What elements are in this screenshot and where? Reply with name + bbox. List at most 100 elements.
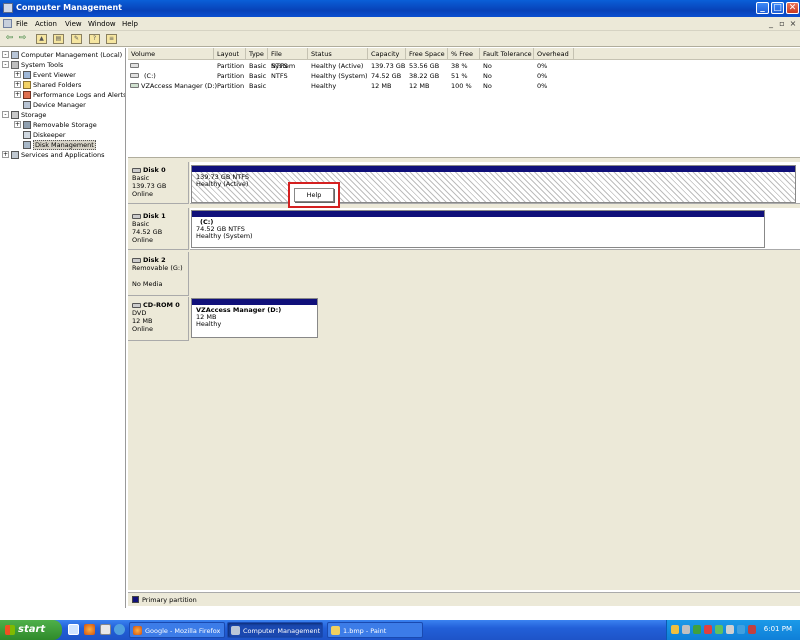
cell-type: Basic (249, 72, 267, 80)
start-button[interactable]: start (0, 620, 62, 640)
help-icon[interactable]: ? (89, 34, 100, 44)
mdi-minimize-button[interactable]: _ (766, 19, 776, 29)
menu-action[interactable]: Action (35, 20, 57, 28)
event-viewer-icon (23, 70, 31, 79)
expand-icon[interactable]: + (2, 151, 9, 158)
menu-window[interactable]: Window (88, 20, 116, 28)
cell-layout: Partition (217, 82, 245, 90)
tree-item-computer-management[interactable]: - Computer Management (Local) (2, 50, 122, 59)
expand-icon[interactable]: + (14, 91, 21, 98)
firefox-icon[interactable] (84, 624, 95, 635)
tree-item-storage[interactable]: - Storage (2, 110, 46, 119)
column-header-free-space[interactable]: Free Space (406, 48, 448, 60)
tree-item-label: Storage (21, 110, 47, 119)
column-header-volume[interactable]: Volume (128, 48, 214, 60)
mdi-restore-button[interactable]: ▫ (777, 19, 787, 29)
disk-icon (132, 213, 141, 219)
task-computer-management[interactable]: Computer Management (227, 622, 323, 638)
collapse-icon[interactable]: - (2, 61, 9, 68)
disk-type: Removable (G:) (132, 264, 183, 272)
tree-item-system-tools[interactable]: - System Tools (2, 60, 63, 69)
show-hide-tree-icon[interactable]: ▤ (53, 34, 64, 44)
disk-size: 12 MB (132, 317, 153, 325)
task-paint[interactable]: 1.bmp - Paint (327, 622, 423, 638)
tree-item-label: Diskeeper (33, 130, 66, 139)
collapse-icon[interactable]: - (2, 51, 9, 58)
cell-status: Healthy (Active) (311, 62, 364, 70)
column-header-status[interactable]: Status (308, 48, 368, 60)
cdrom-partition-d[interactable]: VZAccess Manager (D:) 12 MB Healthy (191, 298, 318, 338)
tray-icon[interactable] (693, 625, 701, 634)
tree-item-label: System Tools (21, 60, 64, 69)
disk-status: Online (132, 236, 153, 244)
column-header-file-system[interactable]: File System (268, 48, 308, 70)
partition-status: Healthy (System) (196, 232, 253, 240)
cell-volume: VZAccess Manager (D:) (141, 82, 218, 90)
back-arrow-icon[interactable]: ⇦ (4, 34, 15, 44)
cell-fault-tolerance: No (483, 82, 492, 90)
taskbar: start Google - Mozilla Firefox Computer … (0, 620, 800, 640)
maximize-button[interactable]: □ (771, 2, 784, 14)
clock[interactable]: 6:01 PM (764, 625, 792, 633)
column-header-layout[interactable]: Layout (214, 48, 246, 60)
window-title: Computer Management (16, 3, 122, 12)
volume-icon[interactable] (737, 625, 745, 634)
tree-item-device-manager[interactable]: Device Manager (23, 100, 86, 109)
show-desktop-icon[interactable] (68, 624, 79, 635)
disk-1-label[interactable]: Disk 1 Basic 74.52 GB Online (128, 208, 189, 250)
properties-icon[interactable]: ✎ (71, 34, 82, 44)
cell-layout: Partition (217, 62, 245, 70)
tree-item-performance-logs[interactable]: + Performance Logs and Alerts (14, 90, 125, 99)
cell-capacity: 12 MB (371, 82, 392, 90)
column-header-capacity[interactable]: Capacity (368, 48, 406, 60)
cell-overhead: 0% (537, 72, 548, 80)
partition-body: 139.73 GB NTFS Healthy (Active) (192, 172, 795, 202)
tree-item-event-viewer[interactable]: + Event Viewer (14, 70, 76, 79)
disk-status: No Media (132, 280, 163, 288)
column-header-percent-free[interactable]: % Free (448, 48, 480, 60)
tray-icon[interactable] (715, 625, 723, 634)
cell-overhead: 0% (537, 82, 548, 90)
column-header-type[interactable]: Type (246, 48, 268, 60)
expand-icon[interactable]: + (14, 81, 21, 88)
forward-arrow-icon[interactable]: ⇨ (17, 34, 28, 44)
disk-type: Basic (132, 174, 150, 182)
tray-icon[interactable] (682, 625, 690, 634)
disk-type: Basic (132, 220, 150, 228)
disk-0-label[interactable]: Disk 0 Basic 139.73 GB Online (128, 162, 189, 204)
tree-item-removable-storage[interactable]: + Removable Storage (14, 120, 97, 129)
tree-item-shared-folders[interactable]: + Shared Folders (14, 80, 81, 89)
expand-icon[interactable]: + (14, 121, 21, 128)
close-button[interactable]: ✕ (786, 2, 799, 14)
column-header-fault-tolerance[interactable]: Fault Tolerance (480, 48, 534, 60)
disk-status: Online (132, 325, 153, 333)
tray-icon[interactable] (748, 625, 756, 634)
task-firefox[interactable]: Google - Mozilla Firefox (129, 622, 225, 638)
mdi-close-button[interactable]: × (788, 19, 798, 29)
tray-icon[interactable] (704, 625, 712, 634)
minimize-button[interactable]: _ (756, 2, 769, 14)
title-bar: Computer Management _ □ ✕ (0, 0, 800, 17)
tree-item-diskeeper[interactable]: Diskeeper (23, 130, 66, 139)
quick-launch-icon[interactable] (100, 624, 111, 635)
mdi-system-icon[interactable] (3, 19, 12, 28)
cdrom-0-label[interactable]: CD-ROM 0 DVD 12 MB Online (128, 297, 189, 341)
help-menu-item[interactable]: Help (294, 188, 334, 202)
disk-0-partition[interactable]: 139.73 GB NTFS Healthy (Active) (191, 165, 796, 203)
tray-icon[interactable] (726, 625, 734, 634)
column-header-overhead[interactable]: Overhead (534, 48, 574, 60)
export-list-icon[interactable]: ≡ (106, 34, 117, 44)
menu-bar: File Action View Window Help _ ▫ × (0, 17, 800, 31)
tree-item-disk-management[interactable]: Disk Management (23, 139, 96, 150)
internet-explorer-icon[interactable] (114, 624, 125, 635)
expand-icon[interactable]: + (14, 71, 21, 78)
tray-icon[interactable] (671, 625, 679, 634)
disk-1-partition-c[interactable]: (C:) 74.52 GB NTFS Healthy (System) (191, 210, 765, 248)
menu-file[interactable]: File (16, 20, 28, 28)
collapse-icon[interactable]: - (2, 111, 9, 118)
tree-item-services-applications[interactable]: + Services and Applications (2, 150, 104, 159)
disk-2-label[interactable]: Disk 2 Removable (G:) No Media (128, 252, 189, 296)
menu-help[interactable]: Help (122, 20, 138, 28)
up-folder-icon[interactable]: ▲ (36, 34, 47, 44)
menu-view[interactable]: View (65, 20, 82, 28)
